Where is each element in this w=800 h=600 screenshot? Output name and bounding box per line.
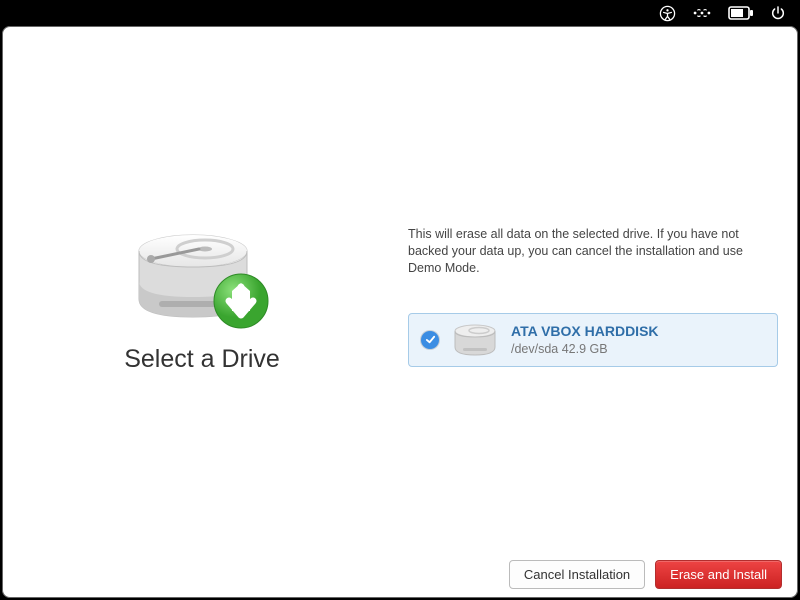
erase-install-button[interactable]: Erase and Install [655, 560, 782, 589]
installer-window: Select a Drive This will erase all data … [2, 26, 798, 598]
drive-name: ATA VBOX HARDDISK [511, 323, 659, 339]
harddisk-icon [451, 323, 499, 357]
drive-list: ATA VBOX HARDDISK /dev/sda 42.9 GB [408, 313, 778, 367]
drive-text: ATA VBOX HARDDISK /dev/sda 42.9 GB [511, 323, 659, 356]
selected-check-icon [421, 331, 439, 349]
network-icon[interactable] [692, 6, 712, 20]
power-icon[interactable] [770, 5, 786, 21]
right-pane: This will erase all data on the selected… [402, 26, 798, 550]
battery-icon[interactable] [728, 6, 754, 20]
accessibility-icon[interactable] [659, 5, 676, 22]
top-menubar [0, 0, 800, 26]
drive-item[interactable]: ATA VBOX HARDDISK /dev/sda 42.9 GB [408, 313, 778, 367]
page-title: Select a Drive [124, 345, 280, 374]
cancel-button[interactable]: Cancel Installation [509, 560, 645, 589]
warning-text: This will erase all data on the selected… [408, 226, 778, 277]
left-pane: Select a Drive [2, 26, 402, 550]
drive-sub: /dev/sda 42.9 GB [511, 342, 659, 356]
footer: Cancel Installation Erase and Install [2, 550, 798, 598]
drive-install-icon [127, 221, 277, 331]
